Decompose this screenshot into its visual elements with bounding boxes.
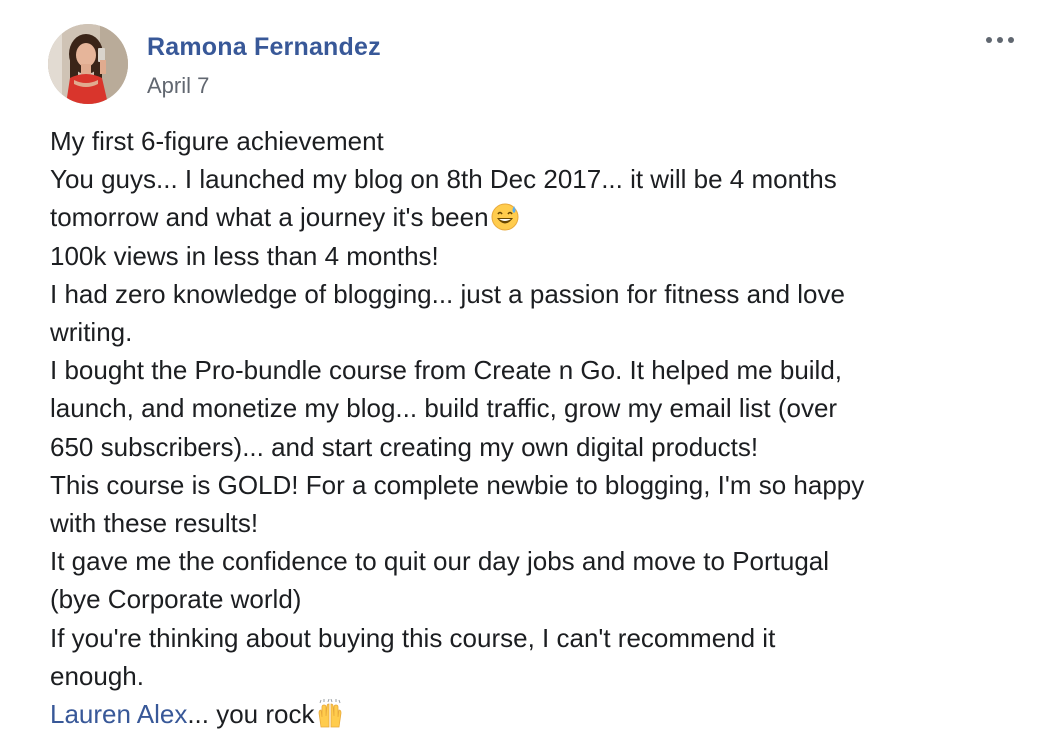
- post-line-text: tomorrow and what a journey it's been: [50, 202, 489, 233]
- raising-hands-emoji: [319, 699, 342, 728]
- post-body: My first 6-figure achievement You guys..…: [50, 122, 1010, 733]
- post-line: My first 6-figure achievement: [50, 126, 384, 156]
- post-line: You guys... I launched my blog on 8th De…: [50, 164, 837, 195]
- post-line: enough.: [50, 660, 144, 691]
- post-line: If you're thinking about buying this cou…: [50, 622, 776, 653]
- menu-dot: [1008, 37, 1014, 43]
- post-line: (bye Corporate world): [50, 584, 302, 615]
- post-line: 650 subscribers)... and start creating m…: [50, 431, 759, 462]
- author-avatar[interactable]: [48, 24, 128, 104]
- facebook-post: Ramona Fernandez April 7 My first 6-figu…: [0, 0, 1062, 748]
- more-horizontal-icon[interactable]: [980, 28, 1020, 52]
- post-date[interactable]: April 7: [147, 73, 209, 99]
- avatar-photo: [48, 24, 128, 104]
- post-line: 100k views in less than 4 months!: [50, 240, 439, 271]
- post-line: I had zero knowledge of blogging... just…: [50, 278, 845, 309]
- author-name[interactable]: Ramona Fernandez: [147, 33, 381, 62]
- post-line: writing.: [50, 317, 133, 348]
- post-line: This course is GOLD! For a complete newb…: [50, 469, 865, 500]
- menu-dot: [986, 37, 992, 43]
- post-line: It gave me the confidence to quit our da…: [50, 546, 830, 577]
- post-line: with these results!: [50, 508, 259, 539]
- post-line: launch, and monetize my blog... build tr…: [50, 393, 838, 424]
- post-line: I bought the Pro-bundle course from Crea…: [50, 355, 843, 386]
- closing-text: ... you rock: [187, 699, 315, 730]
- grinning-sweat-emoji: [491, 203, 519, 231]
- mention-link[interactable]: Lauren Alex: [50, 699, 187, 729]
- menu-dot: [997, 37, 1003, 43]
- post-line: tomorrow and what a journey it's been: [50, 198, 1010, 236]
- post-closing-line: Lauren Alex... you rock: [50, 695, 1010, 733]
